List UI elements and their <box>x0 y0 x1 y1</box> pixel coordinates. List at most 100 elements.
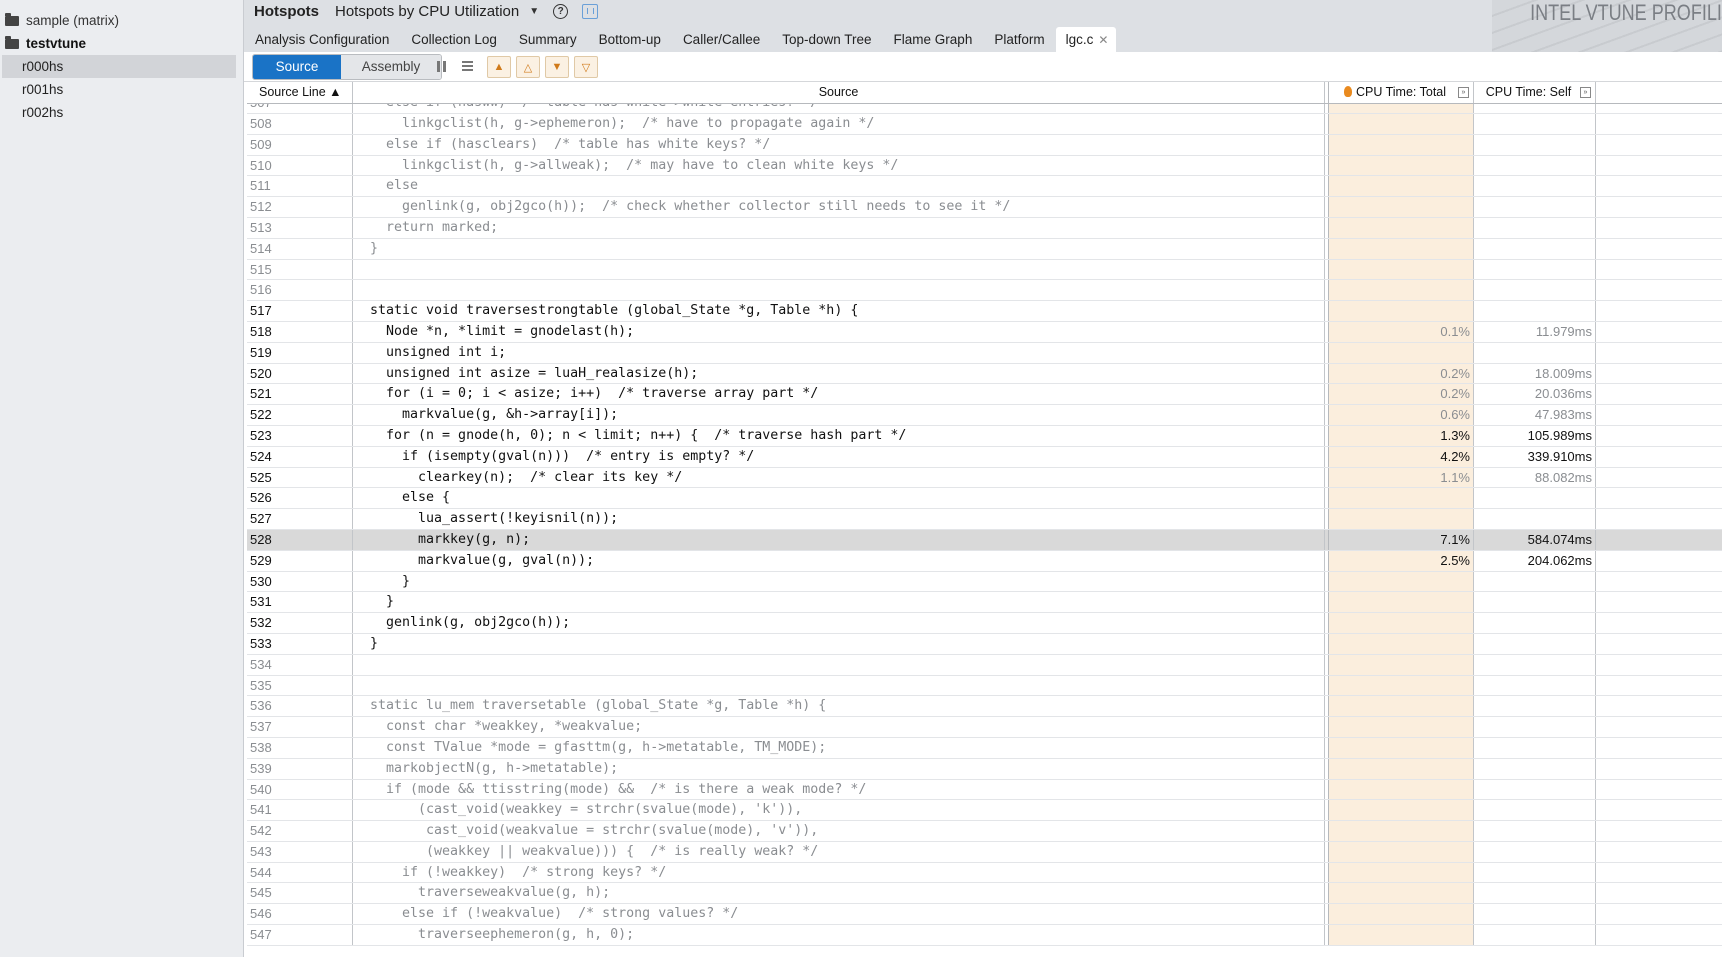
tree-item-sample-matrix[interactable]: sample (matrix) <box>0 9 243 32</box>
table-row[interactable]: 544 if (!weakkey) /* strong keys? */ <box>247 862 1722 884</box>
table-row[interactable]: 531 } <box>247 592 1722 614</box>
brand-logo: INTEL VTUNE PROFILI <box>1530 0 1722 25</box>
hotspot-down-alt-icon[interactable]: ▽ <box>574 56 598 78</box>
source-line-number: 533 <box>247 633 353 654</box>
source-code: return marked; <box>353 217 1325 238</box>
cpu-time-self <box>1474 904 1596 925</box>
source-line-number-text: 517 <box>250 303 272 319</box>
table-row[interactable]: 517 static void traversestrongtable (glob… <box>247 301 1722 322</box>
column-header-cpu-time-total[interactable]: CPU Time: Total » <box>1329 82 1474 103</box>
column-header-cpu-time-self[interactable]: CPU Time: Self » <box>1474 82 1596 103</box>
column-header-source[interactable]: Source <box>353 82 1325 103</box>
tab-top-down-tree[interactable]: Top-down Tree <box>771 27 882 52</box>
table-row[interactable]: 532 genlink(g, obj2gco(h)); <box>247 613 1722 634</box>
table-row[interactable]: 524 if (isempty(gval(n))) /* entry is em… <box>247 446 1722 468</box>
assembly-view-button[interactable]: Assembly <box>341 55 441 79</box>
source-line-number-text: 529 <box>250 552 272 568</box>
source-view-button[interactable]: Source <box>253 55 341 79</box>
tab-summary[interactable]: Summary <box>508 27 588 52</box>
source-line-number: 526 <box>247 488 353 509</box>
table-row[interactable]: 513 return marked; <box>247 217 1722 239</box>
source-code: static void traversestrongtable (global_… <box>353 301 1325 321</box>
tab-label: lgc.c <box>1065 32 1094 47</box>
tree-item-testvtune[interactable]: testvtune <box>0 32 243 55</box>
tab-bottom-up[interactable]: Bottom-up <box>588 27 672 52</box>
table-row[interactable]: 526 else { <box>247 488 1722 510</box>
table-row[interactable]: 523 for (n = gnode(h, 0); n < limit; n++… <box>247 425 1722 447</box>
table-row[interactable]: 525 clearkey(n); /* clear its key */ 1.1%… <box>247 467 1722 489</box>
tab-analysis-configuration[interactable]: Analysis Configuration <box>244 27 400 52</box>
table-row[interactable]: 541 (cast_void(weakkey = strchr(svalue(m… <box>247 800 1722 822</box>
table-row[interactable]: 527 lua_assert(!keyisnil(n)); <box>247 509 1722 530</box>
tab-platform[interactable]: Platform <box>983 27 1055 52</box>
table-row[interactable]: 530 } <box>247 571 1722 593</box>
column-header-source-line[interactable]: Source Line ▲ <box>247 82 353 103</box>
table-row[interactable]: 536 static lu_mem traversetable (global_S… <box>247 696 1722 718</box>
table-row[interactable]: 520 unsigned int asize = luaH_realasize(… <box>247 363 1722 385</box>
cpu-time-total <box>1329 592 1474 613</box>
source-code-text: linkgclist(h, g->allweak); /* may have t… <box>370 157 899 173</box>
source-line-number-text: 539 <box>250 760 272 776</box>
table-row[interactable]: 507 else if (hasww) /* table has white->… <box>247 104 1722 114</box>
pause-columns-icon[interactable] <box>431 57 451 75</box>
table-row[interactable]: 546 else if (!weakvalue) /* strong value… <box>247 904 1722 926</box>
chevron-down-icon[interactable]: ▼ <box>529 6 539 17</box>
expand-column-icon[interactable]: » <box>1580 87 1591 98</box>
analysis-type-selector[interactable]: Hotspots by CPU Utilization <box>335 3 519 20</box>
table-row[interactable]: 511 else <box>247 176 1722 198</box>
table-row[interactable]: 521 for (i = 0; i < asize; i++) /* trave… <box>247 384 1722 406</box>
table-row[interactable]: 508 linkgclist(h, g->ephemeron); /* have… <box>247 114 1722 135</box>
table-row[interactable]: 539 markobjectN(g, h->metatable); <box>247 758 1722 780</box>
source-line-number-text: 514 <box>250 240 272 256</box>
tab-flame-graph[interactable]: Flame Graph <box>883 27 984 52</box>
list-view-icon[interactable] <box>457 57 477 75</box>
table-row[interactable]: 516 <box>247 280 1722 302</box>
source-line-number-text: 531 <box>250 594 272 610</box>
source-line-number-text: 524 <box>250 448 272 464</box>
table-row[interactable]: 512 genlink(g, obj2gco(h)); /* check whe… <box>247 197 1722 218</box>
source-grid: Source Line ▲ Source CPU Time: Total » C… <box>247 82 1722 957</box>
source-code: markobjectN(g, h->metatable); <box>353 758 1325 779</box>
table-row[interactable]: 510 linkgclist(h, g->allweak); /* may ha… <box>247 155 1722 177</box>
help-icon[interactable]: ? <box>553 3 569 19</box>
viewpoint-tabs: Analysis Configuration Collection Log Su… <box>244 27 1117 52</box>
table-row[interactable]: 519 unsigned int i; <box>247 342 1722 364</box>
table-row[interactable]: 543 (weakkey || weakvalue))) { /* is rea… <box>247 841 1722 863</box>
table-row[interactable]: 537 const char *weakkey, *weakvalue; <box>247 717 1722 738</box>
tab-caller-callee[interactable]: Caller/Callee <box>672 27 771 52</box>
table-row[interactable]: 535 <box>247 675 1722 697</box>
expand-column-icon[interactable]: » <box>1458 87 1469 98</box>
hotspot-up-icon[interactable]: ▲ <box>487 56 511 78</box>
close-icon[interactable]: ✕ <box>1098 33 1108 47</box>
tree-item-r000hs[interactable]: r000hs <box>2 55 236 78</box>
compare-icon[interactable] <box>582 3 599 19</box>
table-row[interactable]: 542 cast_void(weakvalue = strchr(svalue(… <box>247 821 1722 842</box>
tree-item-r001hs[interactable]: r001hs <box>0 78 235 101</box>
table-row-selected[interactable]: 528 markkey(g, n); 7.1% 584.074ms <box>247 529 1722 551</box>
cpu-time-total <box>1329 613 1474 633</box>
tab-collection-log[interactable]: Collection Log <box>400 27 508 52</box>
table-row[interactable]: 509 else if (hasclears) /* table has whi… <box>247 134 1722 156</box>
source-line-number: 534 <box>247 654 353 675</box>
cpu-time-total-text: 0.1% <box>1440 323 1470 339</box>
table-row[interactable]: 514} <box>247 238 1722 260</box>
tree-item-r002hs[interactable]: r002hs <box>0 101 235 124</box>
table-row[interactable]: 515 <box>247 259 1722 281</box>
table-row[interactable]: 540 if (mode && ttisstring(mode) && /* i… <box>247 779 1722 801</box>
source-line-number: 547 <box>247 925 353 945</box>
result-title: Hotspots <box>254 2 319 20</box>
hotspot-down-icon[interactable]: ▼ <box>545 56 569 78</box>
cpu-time-total <box>1329 217 1474 238</box>
table-row[interactable]: 522 markvalue(g, &h->array[i]); 0.6% 47.98… <box>247 405 1722 426</box>
tab-lgc-c[interactable]: lgc.c ✕ <box>1055 27 1117 52</box>
table-row[interactable]: 529 markvalue(g, gval(n)); 2.5% 204.062ms <box>247 550 1722 572</box>
hotspot-up-alt-icon[interactable]: △ <box>516 56 540 78</box>
table-row[interactable]: 545 traverseweakvalue(g, h); <box>247 883 1722 905</box>
table-row[interactable]: 518 Node *n, *limit = gnodelast(h); 0.1% 1… <box>247 321 1722 343</box>
table-row[interactable]: 534 <box>247 654 1722 676</box>
table-row[interactable]: 538 const TValue *mode = gfasttm(g, h->m… <box>247 737 1722 759</box>
table-row[interactable]: 547 traverseephemeron(g, h, 0); <box>247 925 1722 946</box>
source-line-number: 530 <box>247 571 353 592</box>
grid-rows: 507 else if (hasww) /* table has white->… <box>247 104 1722 946</box>
table-row[interactable]: 533} <box>247 633 1722 655</box>
